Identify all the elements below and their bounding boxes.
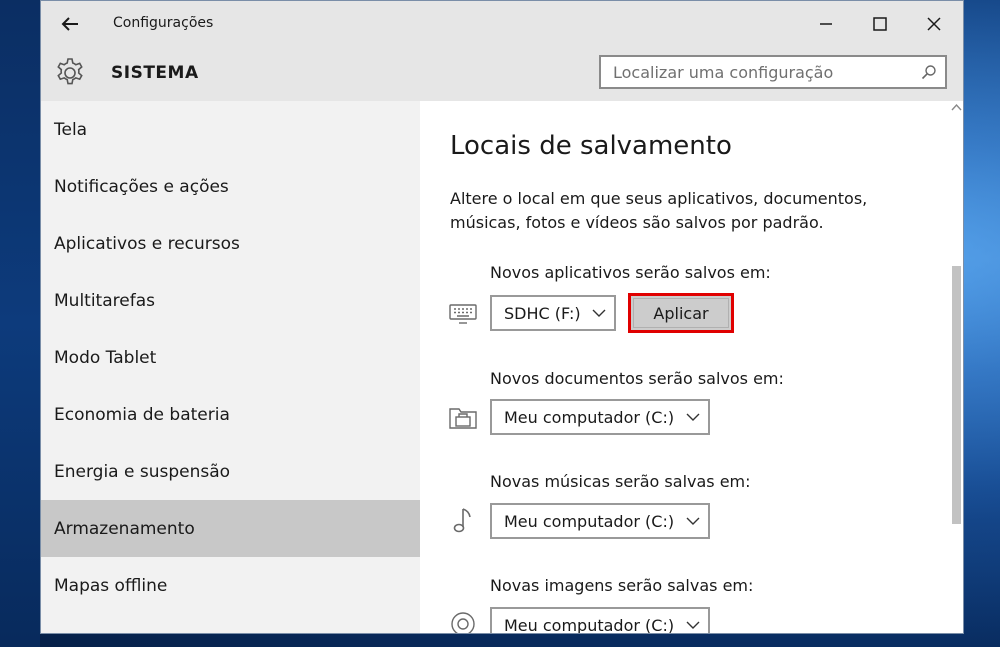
sidebar-item-label: Economia de bateria — [54, 404, 230, 425]
search-box[interactable] — [599, 55, 947, 89]
music-note-icon — [453, 508, 471, 533]
gear-icon — [57, 58, 83, 85]
maximize-button[interactable] — [857, 7, 903, 41]
settings-window: Configurações SISTEMA Localizar uma conf… — [40, 0, 964, 634]
chevron-down-icon — [686, 413, 700, 421]
close-button[interactable] — [911, 7, 957, 41]
sidebar-item-label: Energia e suspensão — [54, 461, 231, 482]
vertical-scrollbar[interactable] — [948, 101, 963, 633]
minimize-icon — [820, 23, 832, 25]
back-arrow-icon — [61, 17, 78, 31]
apps-location-value: SDHC (F:) — [504, 303, 581, 323]
window-title: Configurações — [113, 15, 214, 31]
sidebar-item-label: Multitarefas — [54, 290, 155, 311]
sidebar-item-label: Mapas offline — [54, 575, 168, 596]
music-location-value: Meu computador (C:) — [504, 511, 675, 531]
sidebar-item-label: Armazenamento — [54, 518, 195, 539]
documents-location-dropdown[interactable]: Meu computador (C:) — [490, 399, 710, 435]
minimize-button[interactable] — [803, 7, 849, 41]
sidebar-item-armazenamento[interactable]: Armazenamento — [41, 500, 420, 557]
images-location-value: Meu computador (C:) — [504, 615, 675, 634]
scrollbar-thumb[interactable] — [952, 266, 961, 524]
chevron-down-icon — [686, 621, 700, 629]
sidebar-item-label: Modo Tablet — [54, 347, 157, 368]
apps-save-label: Novos aplicativos serão salvos em: — [490, 263, 771, 282]
search-icon[interactable] — [921, 64, 937, 80]
sidebar-item-economia-bateria[interactable]: Economia de bateria — [41, 386, 420, 443]
page-title: Locais de salvamento — [450, 131, 732, 161]
music-location-dropdown[interactable]: Meu computador (C:) — [490, 503, 710, 539]
folder-drive-icon — [449, 408, 477, 429]
sidebar-item-aplicativos[interactable]: Aplicativos e recursos — [41, 215, 420, 272]
chevron-down-icon — [686, 517, 700, 525]
sidebar-item-multitarefas[interactable]: Multitarefas — [41, 272, 420, 329]
camera-icon — [451, 612, 475, 633]
page-description: Altere o local em que seus aplicativos, … — [450, 189, 868, 232]
sidebar-item-energia[interactable]: Energia e suspensão — [41, 443, 420, 500]
desktop-background-left — [0, 0, 40, 647]
images-location-dropdown[interactable]: Meu computador (C:) — [490, 607, 710, 634]
apply-button[interactable]: Aplicar — [628, 293, 734, 333]
maximize-icon — [873, 17, 887, 31]
section-title: SISTEMA — [111, 63, 199, 83]
music-save-label: Novas músicas serão salvas em: — [490, 472, 751, 491]
settings-header: SISTEMA — [41, 47, 963, 101]
title-bar: Configurações — [41, 1, 963, 47]
sidebar-item-label: Tela — [54, 119, 88, 140]
sidebar-item-tela[interactable]: Tela — [41, 101, 420, 158]
back-button[interactable] — [55, 9, 85, 39]
documents-location-value: Meu computador (C:) — [504, 407, 675, 427]
sidebar-item-label: Aplicativos e recursos — [54, 233, 240, 254]
images-save-label: Novas imagens serão salvas em: — [490, 576, 754, 595]
scroll-up-arrow-icon[interactable] — [951, 103, 962, 113]
chevron-down-icon — [592, 309, 606, 317]
documents-save-label: Novos documentos serão salvos em: — [490, 369, 784, 388]
sidebar-item-mapas-offline[interactable]: Mapas offline — [41, 557, 420, 614]
main-content: Locais de salvamento Altere o local em q… — [420, 101, 963, 634]
keyboard-icon — [449, 304, 477, 324]
sidebar-item-label: Notificações e ações — [54, 176, 229, 197]
sidebar-item-modo-tablet[interactable]: Modo Tablet — [41, 329, 420, 386]
sidebar-item-notificacoes[interactable]: Notificações e ações — [41, 158, 420, 215]
sidebar-nav: Tela Notificações e ações Aplicativos e … — [41, 101, 420, 633]
search-input[interactable] — [601, 57, 923, 87]
apps-location-dropdown[interactable]: SDHC (F:) — [490, 295, 616, 331]
close-icon — [927, 17, 941, 31]
apply-button-inner-border — [633, 298, 729, 328]
